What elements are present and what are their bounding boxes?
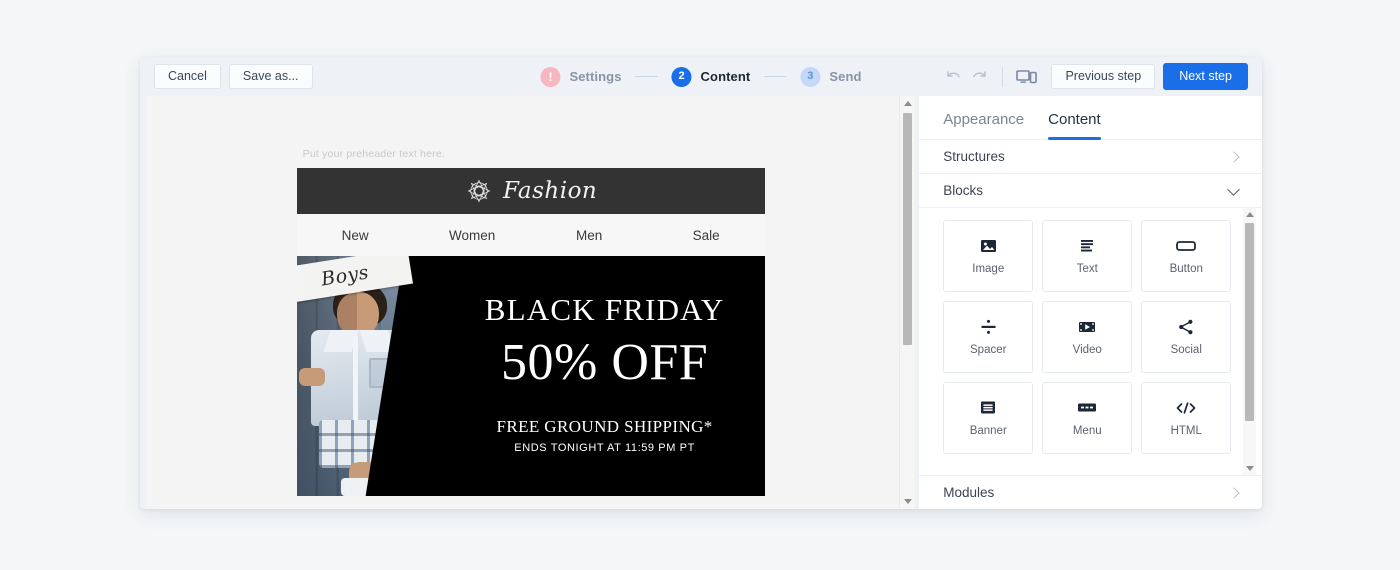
block-banner[interactable]: Banner [943, 382, 1034, 454]
scroll-up-arrow-icon[interactable] [900, 96, 915, 111]
boys-label-text: Boys [319, 261, 370, 291]
step-separator [635, 76, 658, 77]
text-icon [1079, 237, 1095, 254]
block-button-label: Button [1169, 263, 1203, 275]
previous-step-button[interactable]: Previous step [1051, 63, 1156, 90]
section-structures-label: Structures [943, 149, 1005, 164]
child-arm [298, 368, 325, 386]
next-step-button[interactable]: Next step [1163, 62, 1248, 91]
star-flower-logo-icon [467, 179, 491, 203]
redo-icon[interactable] [966, 64, 992, 90]
block-html-label: HTML [1170, 425, 1202, 437]
step-send[interactable]: 3 Send [800, 66, 862, 87]
panel-tabs: Appearance Content [919, 96, 1262, 140]
step-send-badge: 3 [800, 66, 821, 87]
spacer-icon [981, 318, 996, 335]
block-menu[interactable]: Menu [1042, 382, 1133, 454]
video-icon [1078, 318, 1096, 335]
block-banner-label: Banner [969, 425, 1007, 437]
blocks-grid: Image Text Button Spacer Video Social Ba… [919, 208, 1262, 454]
step-settings-label: Settings [569, 69, 622, 84]
step-content-label: Content [700, 69, 751, 84]
block-button[interactable]: Button [1141, 220, 1232, 292]
step-settings-badge: ! [540, 66, 561, 87]
chevron-right-icon [1228, 486, 1240, 499]
content-panel: Appearance Content Structures Blocks Ima… [919, 96, 1262, 509]
image-icon [980, 237, 997, 254]
email-template: Put your preheader text here. Fashion Ne… [296, 96, 765, 496]
section-modules[interactable]: Modules [919, 475, 1262, 509]
step-content-badge: 2 [671, 66, 692, 87]
email-logo-text: Fashion [502, 178, 598, 204]
block-text-label: Text [1076, 263, 1098, 275]
section-structures[interactable]: Structures [919, 140, 1262, 174]
email-editor-window: Cancel Save as... ! Settings 2 Content 3… [140, 57, 1262, 509]
section-modules-label: Modules [943, 485, 995, 500]
undo-icon[interactable] [940, 64, 966, 90]
toolbar-right-group: Previous step Next step [940, 62, 1248, 91]
block-spacer-label: Spacer [970, 344, 1007, 356]
email-nav-item-sale[interactable]: Sale [648, 228, 765, 243]
hero-copy: BLACK FRIDAY 50% OFF FREE GROUND SHIPPIN… [445, 256, 765, 496]
block-social[interactable]: Social [1141, 301, 1232, 373]
section-blocks[interactable]: Blocks [919, 174, 1262, 208]
block-html[interactable]: HTML [1141, 382, 1232, 454]
social-share-icon [1178, 318, 1194, 335]
chevron-down-icon [1227, 182, 1240, 196]
device-preview-icon[interactable] [1013, 64, 1039, 90]
child-shirt-placket [352, 336, 358, 422]
scroll-down-arrow-icon[interactable] [900, 494, 915, 509]
step-content[interactable]: 2 Content [671, 66, 751, 87]
email-nav-block[interactable]: New Women Men Sale [296, 214, 765, 256]
toolbar-divider [1002, 66, 1004, 87]
email-nav-item-women[interactable]: Women [414, 228, 531, 243]
hero-discount: 50% OFF [501, 334, 709, 391]
email-hero-block[interactable]: Boys BLACK FRIDAY 50% OFF FREE GROUND SH… [296, 256, 765, 496]
email-nav-item-men[interactable]: Men [531, 228, 648, 243]
block-text[interactable]: Text [1042, 220, 1133, 292]
tab-appearance[interactable]: Appearance [943, 111, 1024, 139]
email-header-block[interactable]: Fashion [296, 168, 765, 214]
preheader-text[interactable]: Put your preheader text here. [297, 96, 765, 168]
hero-title: BLACK FRIDAY [484, 292, 725, 327]
chevron-right-icon [1228, 150, 1240, 163]
canvas-scrollbar[interactable] [899, 96, 916, 509]
toolbar-left-group: Cancel Save as... [140, 63, 313, 90]
block-social-label: Social [1170, 344, 1202, 356]
menu-icon [1077, 399, 1097, 416]
step-progress: ! Settings 2 Content 3 Send [540, 66, 862, 87]
hero-shipping-text: FREE GROUND SHIPPING* [496, 416, 713, 436]
cancel-button[interactable]: Cancel [154, 63, 221, 90]
html-code-icon [1175, 399, 1197, 416]
blocks-scrollbar[interactable] [1243, 208, 1256, 475]
tab-content[interactable]: Content [1048, 111, 1101, 140]
save-as-button[interactable]: Save as... [228, 63, 313, 90]
step-send-label: Send [829, 69, 862, 84]
email-nav-item-new[interactable]: New [297, 228, 414, 243]
blocks-scroll-down-arrow-icon[interactable] [1243, 462, 1256, 475]
block-video[interactable]: Video [1042, 301, 1133, 373]
block-spacer[interactable]: Spacer [943, 301, 1034, 373]
canvas-scrollbar-thumb[interactable] [903, 113, 913, 345]
email-canvas[interactable]: Put your preheader text here. Fashion Ne… [146, 96, 916, 509]
section-blocks-label: Blocks [943, 183, 983, 198]
block-video-label: Video [1072, 344, 1102, 356]
button-icon [1176, 237, 1197, 254]
hero-deadline-text: ENDS TONIGHT AT 11:59 PM PT [514, 441, 695, 454]
step-separator [764, 76, 787, 77]
blocks-list: Image Text Button Spacer Video Social Ba… [919, 208, 1262, 475]
banner-icon [980, 399, 996, 416]
top-toolbar: Cancel Save as... ! Settings 2 Content 3… [140, 57, 1262, 96]
blocks-scroll-up-arrow-icon[interactable] [1243, 208, 1256, 221]
blocks-scrollbar-thumb[interactable] [1245, 223, 1254, 421]
block-image[interactable]: Image [943, 220, 1034, 292]
block-image-label: Image [972, 263, 1005, 275]
hero-photo: Boys [296, 256, 445, 496]
block-menu-label: Menu [1072, 425, 1102, 437]
editor-body: Put your preheader text here. Fashion Ne… [140, 96, 1262, 509]
step-settings[interactable]: ! Settings [540, 66, 622, 87]
